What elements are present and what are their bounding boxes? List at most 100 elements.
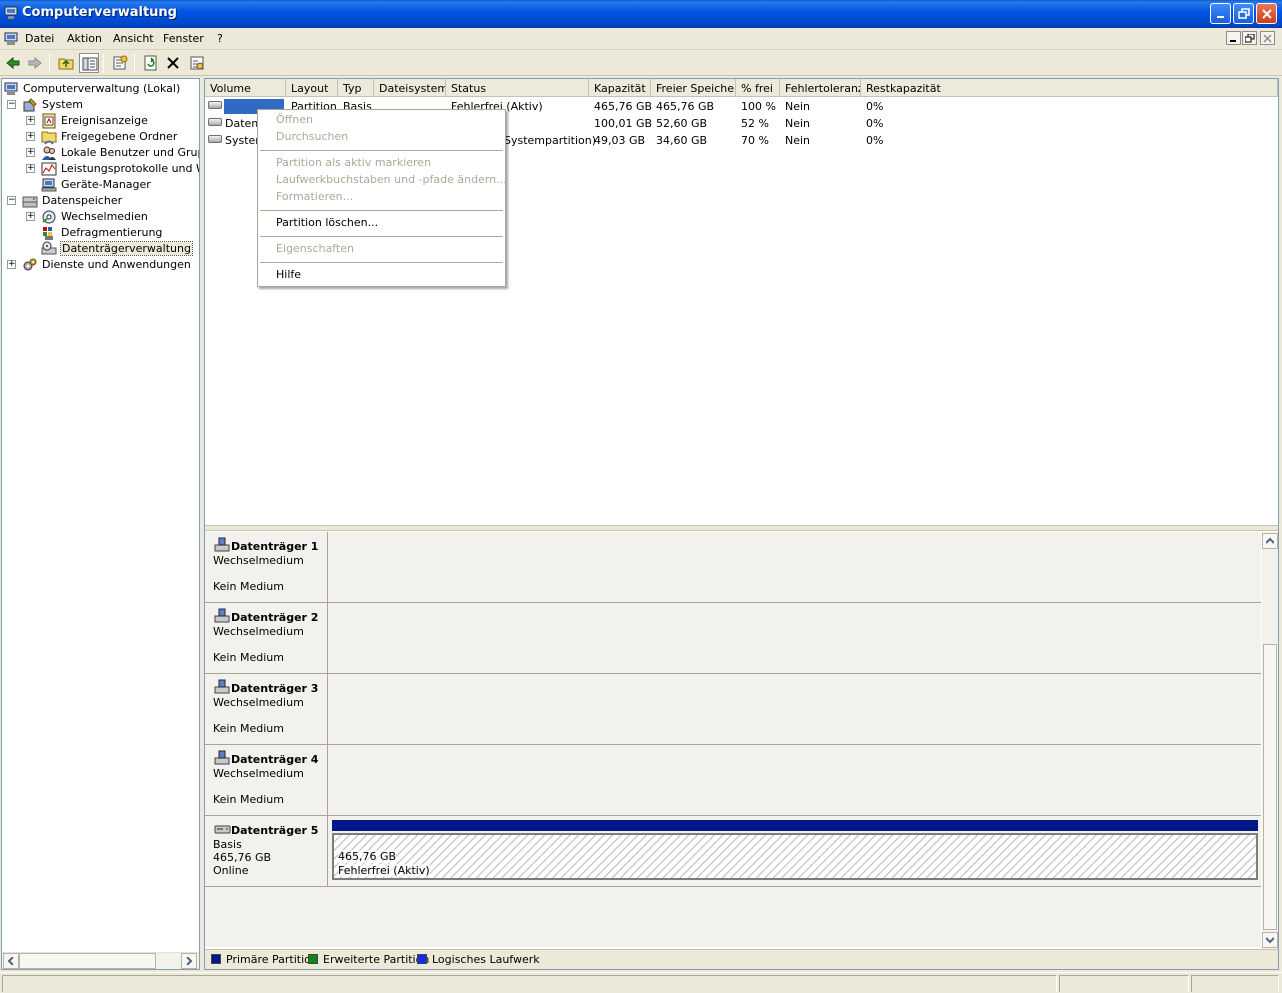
expand-expander[interactable]: + bbox=[26, 163, 35, 173]
expand-expander[interactable]: + bbox=[26, 147, 35, 157]
partition-block[interactable]: 465,76 GB Fehlerfrei (Aktiv) bbox=[332, 833, 1258, 880]
menu-bar: Datei Aktion Ansicht Fenster ? bbox=[0, 28, 1282, 50]
column-header-fehlertoleranz[interactable]: Fehlertoleranz bbox=[780, 79, 861, 97]
partition-size: 465,76 GB bbox=[338, 850, 397, 863]
menu-item-laufwerkbuchstaben[interactable]: Laufwerkbuchstaben und -pfade ändern... bbox=[276, 173, 507, 190]
back-arrow-icon[interactable] bbox=[3, 53, 23, 73]
disk-label[interactable]: Datenträger 1 Wechselmedium Kein Medium bbox=[205, 532, 328, 602]
column-header-layout[interactable]: Layout bbox=[286, 79, 338, 97]
disk-partition-area bbox=[329, 745, 1261, 815]
services-icon bbox=[22, 257, 38, 273]
tree-item-label: Freigegebene Ordner bbox=[61, 130, 178, 143]
toolbar bbox=[0, 51, 1282, 76]
disk-view-vertical-scrollbar[interactable] bbox=[1262, 532, 1278, 949]
mdi-app-icon[interactable] bbox=[4, 31, 20, 47]
tree-horizontal-scrollbar[interactable] bbox=[2, 952, 199, 969]
expand-expander[interactable]: + bbox=[26, 115, 35, 125]
disk-type: Wechselmedium bbox=[213, 767, 304, 780]
expand-expander[interactable]: + bbox=[26, 211, 35, 221]
mdi-close-button[interactable] bbox=[1260, 31, 1275, 45]
column-header-restkapazitaet[interactable]: Restkapazität bbox=[861, 79, 1278, 97]
menu-item-eigenschaften[interactable]: Eigenschaften bbox=[276, 242, 354, 259]
shared-folders-icon bbox=[41, 129, 57, 145]
disk-row[interactable]: Datenträger 2 Wechselmedium Kein Medium bbox=[205, 603, 1261, 674]
legend-label-extended: Erweiterte Partition bbox=[323, 953, 430, 966]
cell-freier-speicher: 52,60 GB bbox=[656, 117, 708, 130]
up-folder-icon[interactable] bbox=[56, 53, 76, 73]
cell-restkapazitaet: 0% bbox=[866, 100, 884, 113]
help-icon[interactable] bbox=[187, 53, 207, 73]
menu-datei[interactable]: Datei bbox=[25, 32, 54, 45]
tree-item-dienste-anwendungen[interactable]: + Dienste und Anwendungen bbox=[2, 257, 199, 273]
scroll-up-button[interactable] bbox=[1262, 533, 1278, 549]
column-header-dateisystem[interactable]: Dateisystem bbox=[374, 79, 446, 97]
column-header-prozent-frei[interactable]: % frei bbox=[736, 79, 780, 97]
volume-drive-icon bbox=[208, 135, 222, 143]
disk-name: Datenträger 1 bbox=[231, 540, 319, 553]
menu-item-hilfe[interactable]: Hilfe bbox=[276, 268, 301, 285]
menu-item-durchsuchen[interactable]: Durchsuchen bbox=[276, 130, 348, 147]
tree-item-datenspeicher[interactable]: − Datenspeicher bbox=[2, 193, 199, 209]
tree-item-wechselmedien[interactable]: + Wechselmedien bbox=[2, 209, 199, 225]
column-header-freier-speicher[interactable]: Freier Speicher bbox=[651, 79, 736, 97]
collapse-expander[interactable]: − bbox=[7, 195, 16, 205]
tree-item-geraete-manager[interactable]: Geräte-Manager bbox=[2, 177, 199, 193]
tree-item-label: Wechselmedien bbox=[61, 210, 148, 223]
expand-expander[interactable]: + bbox=[26, 131, 35, 141]
column-header-kapazitaet[interactable]: Kapazität bbox=[589, 79, 651, 97]
disk-label[interactable]: Datenträger 2 Wechselmedium Kein Medium bbox=[205, 603, 328, 673]
scroll-left-button[interactable] bbox=[3, 953, 19, 969]
status-pane bbox=[1191, 975, 1279, 992]
menu-item-oeffnen[interactable]: Öffnen bbox=[276, 113, 313, 130]
tree-item-defragmentierung[interactable]: Defragmentierung bbox=[2, 225, 199, 241]
disk-row[interactable]: Datenträger 3 Wechselmedium Kein Medium bbox=[205, 674, 1261, 745]
collapse-expander[interactable]: − bbox=[7, 99, 16, 109]
menu-aktion[interactable]: Aktion bbox=[67, 32, 102, 45]
menu-item-partition-loeschen[interactable]: Partition löschen... bbox=[276, 216, 378, 233]
tree-item-lokale-benutzer[interactable]: + Lokale Benutzer und Gruppen bbox=[2, 145, 199, 161]
minimize-button[interactable] bbox=[1210, 3, 1231, 24]
tree-item-leistungsprotokolle[interactable]: + Leistungsprotokolle und Warnungen bbox=[2, 161, 199, 177]
mdi-minimize-button[interactable] bbox=[1226, 31, 1241, 45]
removable-media-icon bbox=[41, 209, 57, 225]
show-hide-tree-icon[interactable] bbox=[79, 53, 99, 73]
refresh-icon[interactable] bbox=[141, 53, 161, 73]
expand-expander[interactable]: + bbox=[7, 259, 16, 269]
menu-fenster[interactable]: Fenster bbox=[163, 32, 204, 45]
delete-icon[interactable] bbox=[163, 53, 183, 73]
properties-icon[interactable] bbox=[110, 53, 130, 73]
scroll-thumb[interactable] bbox=[1263, 644, 1277, 930]
disk-label[interactable]: Datenträger 5 Basis 465,76 GB Online bbox=[205, 816, 328, 886]
scroll-down-button[interactable] bbox=[1262, 932, 1278, 948]
tree-item-datentraegerverwaltung[interactable]: Datenträgerverwaltung bbox=[2, 241, 199, 257]
disk-status: Kein Medium bbox=[213, 722, 284, 735]
disk-label[interactable]: Datenträger 4 Wechselmedium Kein Medium bbox=[205, 745, 328, 815]
menu-help[interactable]: ? bbox=[217, 32, 223, 45]
tree-item-freigegebene-ordner[interactable]: + Freigegebene Ordner bbox=[2, 129, 199, 145]
pane-splitter[interactable] bbox=[205, 525, 1278, 531]
tree-item-label: Ereignisanzeige bbox=[61, 114, 148, 127]
tree-item-computer-management[interactable]: Computerverwaltung (Lokal) bbox=[2, 81, 199, 97]
cell-kapazitaet: 465,76 GB bbox=[594, 100, 653, 113]
disk-graphical-view: Datenträger 1 Wechselmedium Kein Medium … bbox=[205, 532, 1261, 947]
menu-item-formatieren[interactable]: Formatieren... bbox=[276, 190, 353, 207]
disk-row[interactable]: Datenträger 5 Basis 465,76 GB Online 465… bbox=[205, 816, 1261, 887]
column-header-status[interactable]: Status bbox=[446, 79, 589, 97]
mdi-restore-button[interactable] bbox=[1242, 31, 1257, 45]
column-header-typ[interactable]: Typ bbox=[338, 79, 374, 97]
column-header-volume[interactable]: Volume bbox=[205, 79, 286, 97]
forward-arrow-icon[interactable] bbox=[25, 53, 45, 73]
tree-item-label: Datenträgerverwaltung bbox=[60, 241, 193, 256]
menu-ansicht[interactable]: Ansicht bbox=[113, 32, 154, 45]
scroll-thumb[interactable] bbox=[19, 953, 156, 969]
disk-row[interactable]: Datenträger 4 Wechselmedium Kein Medium bbox=[205, 745, 1261, 816]
disk-label[interactable]: Datenträger 3 Wechselmedium Kein Medium bbox=[205, 674, 328, 744]
close-button[interactable] bbox=[1256, 3, 1277, 24]
cell-volume: Daten bbox=[225, 117, 259, 130]
disk-row[interactable]: Datenträger 1 Wechselmedium Kein Medium bbox=[205, 532, 1261, 603]
scroll-right-button[interactable] bbox=[181, 953, 197, 969]
restore-button[interactable] bbox=[1233, 3, 1254, 24]
menu-item-partition-aktiv[interactable]: Partition als aktiv markieren bbox=[276, 156, 431, 173]
tree-item-system[interactable]: − System bbox=[2, 97, 199, 113]
tree-item-ereignisanzeige[interactable]: + Ereignisanzeige bbox=[2, 113, 199, 129]
